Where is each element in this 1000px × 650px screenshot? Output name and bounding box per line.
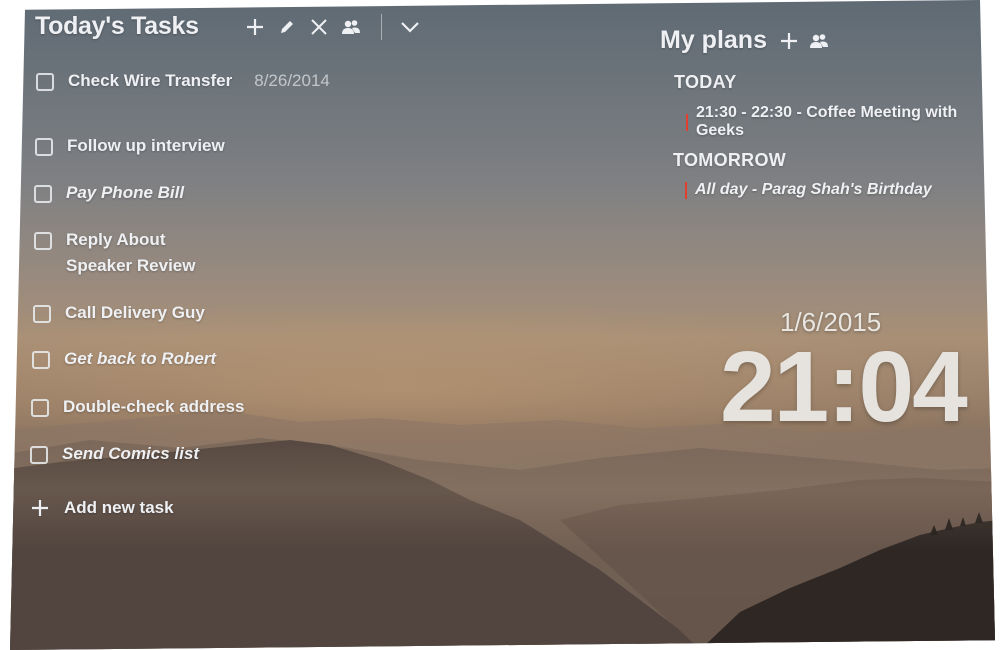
- clock-time: 21:04: [720, 331, 968, 443]
- task-checkbox[interactable]: [35, 138, 53, 156]
- task-label[interactable]: Follow up interview: [67, 133, 225, 159]
- event-color-bar: [685, 181, 687, 199]
- add-task-label: Add new task: [64, 498, 174, 517]
- task-checkbox[interactable]: [34, 232, 52, 250]
- task-item: Reply About Speaker Review: [34, 230, 234, 279]
- task-checkbox[interactable]: [33, 305, 51, 323]
- task-due-date: 8/26/2014: [254, 71, 330, 90]
- task-label[interactable]: Send Comics list: [62, 441, 199, 467]
- event-text: All day - Parag Shah's Birthday: [695, 181, 932, 198]
- event-text: 21:30 - 22:30 - Coffee Meeting with Geek…: [695, 104, 958, 139]
- task-label[interactable]: Call Delivery Guy: [65, 300, 205, 326]
- plus-icon: [32, 500, 48, 516]
- tasks-title: Today's Tasks: [35, 12, 199, 40]
- task-label[interactable]: Reply About Speaker Review: [66, 227, 234, 279]
- task-checkbox[interactable]: [36, 73, 54, 91]
- plan-event[interactable]: 21:30 - 22:30 - Coffee Meeting with Geek…: [686, 104, 1000, 140]
- pencil-icon[interactable]: [275, 15, 299, 39]
- task-item: Pay Phone Bill: [34, 183, 184, 206]
- task-checkbox[interactable]: [31, 399, 49, 417]
- task-label[interactable]: Get back to Robert: [64, 346, 216, 372]
- tasks-header: Today's Tasks: [35, 12, 422, 41]
- tasks-toolbar: [243, 13, 422, 40]
- plans-day-today: TODAY: [674, 72, 737, 92]
- task-item: Check Wire Transfer 8/26/2014: [36, 71, 330, 94]
- task-checkbox[interactable]: [32, 351, 50, 369]
- task-checkbox[interactable]: [34, 185, 52, 203]
- task-label[interactable]: Pay Phone Bill: [66, 180, 184, 206]
- plan-event[interactable]: All day - Parag Shah's Birthday: [685, 181, 932, 199]
- task-item: Send Comics list: [30, 444, 199, 467]
- task-item: Follow up interview: [35, 136, 225, 159]
- people-icon[interactable]: [339, 15, 363, 39]
- task-label[interactable]: Check Wire Transfer: [68, 68, 232, 94]
- task-item: Get back to Robert: [32, 349, 216, 372]
- add-task-button[interactable]: Add new task: [30, 498, 174, 518]
- plus-icon[interactable]: [243, 15, 267, 39]
- plans-header: My plans: [660, 26, 831, 55]
- task-label[interactable]: Double-check address: [63, 394, 244, 420]
- plans-toolbar: [777, 29, 831, 53]
- people-icon[interactable]: [807, 29, 831, 53]
- plans-day-tomorrow: TOMORROW: [673, 150, 787, 170]
- plans-title: My plans: [660, 26, 767, 54]
- task-item: Call Delivery Guy: [33, 303, 205, 326]
- close-icon[interactable]: [307, 15, 331, 39]
- chevron-down-icon[interactable]: [398, 15, 422, 39]
- toolbar-divider: [380, 13, 382, 40]
- event-color-bar: [686, 113, 688, 131]
- task-item: Double-check address: [31, 397, 244, 420]
- plus-icon[interactable]: [777, 29, 801, 53]
- task-checkbox[interactable]: [30, 446, 48, 464]
